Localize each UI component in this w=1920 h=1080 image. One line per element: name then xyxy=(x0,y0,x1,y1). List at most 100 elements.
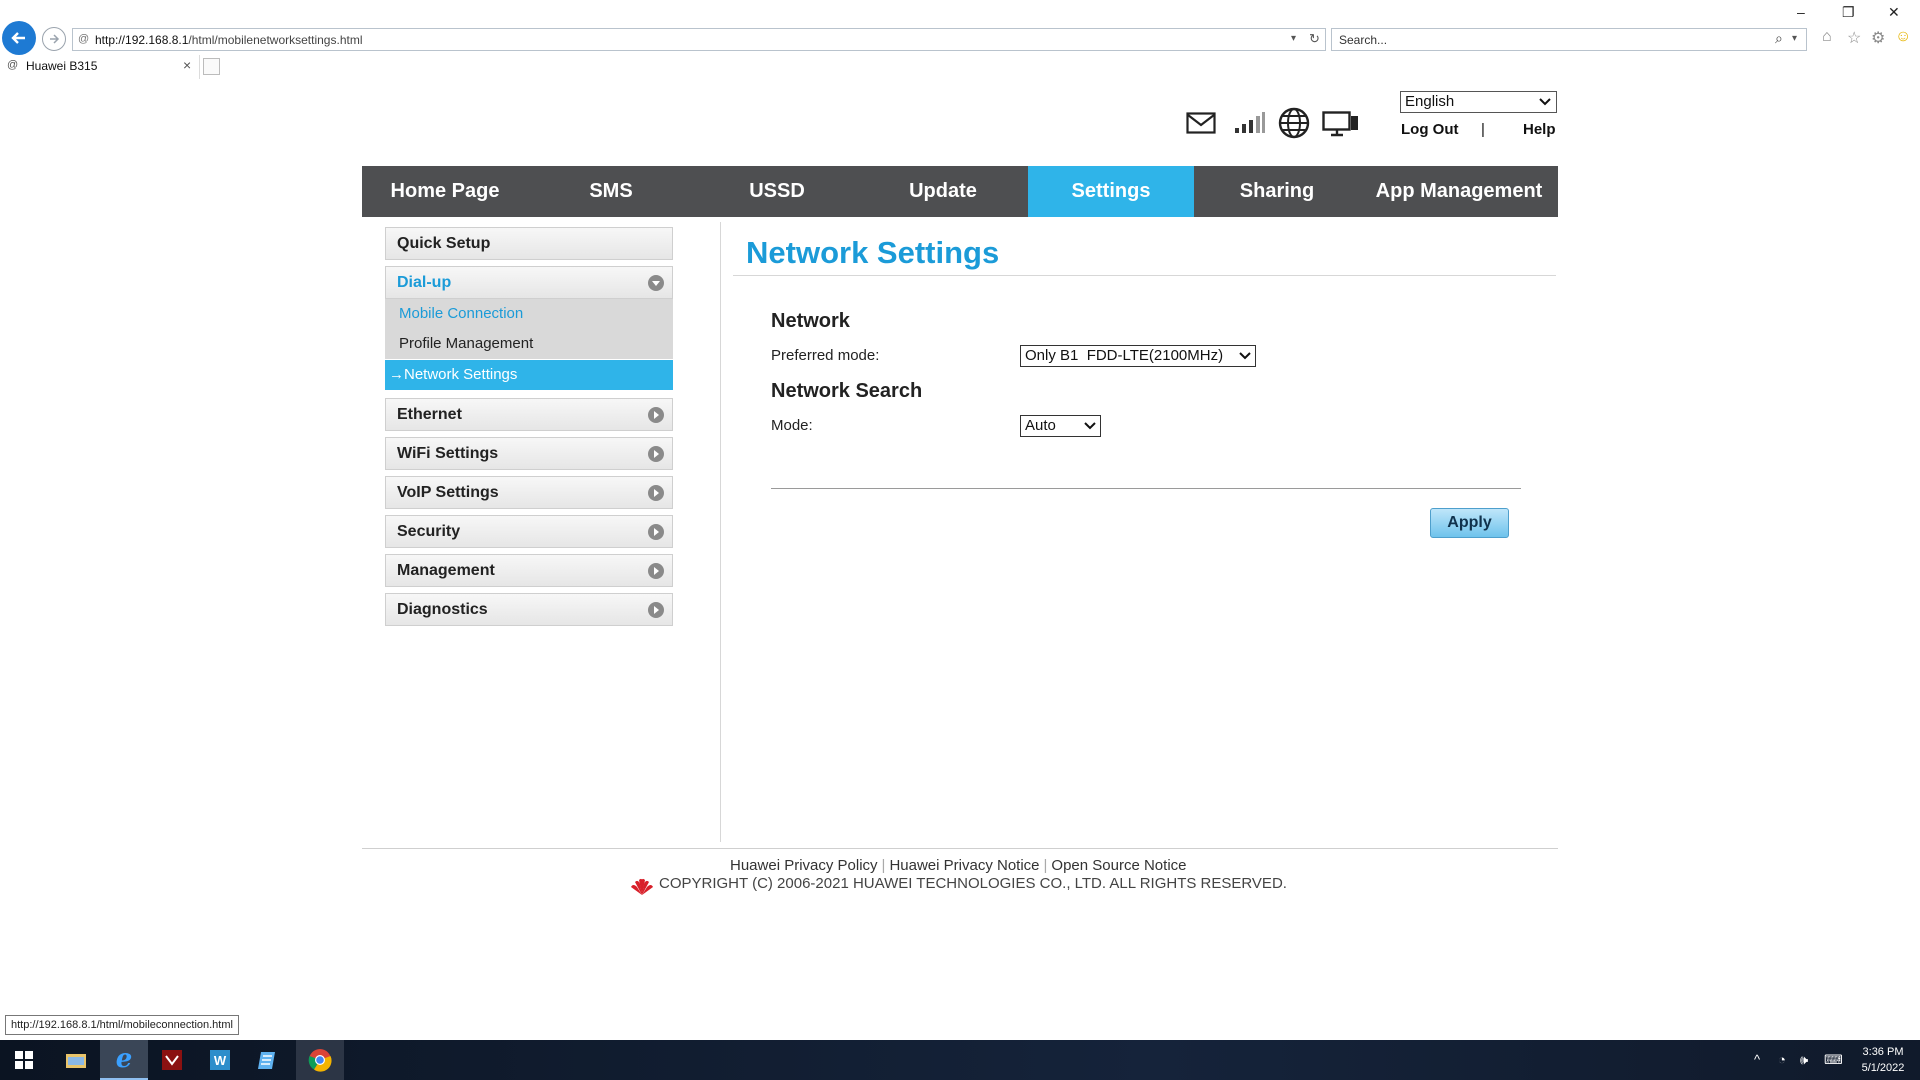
sidebar-item-label: Management xyxy=(397,562,495,579)
privacy-notice-link[interactable]: Huawei Privacy Notice xyxy=(889,857,1039,874)
taskbar-explorer[interactable] xyxy=(52,1040,100,1080)
help-link[interactable]: Help xyxy=(1523,121,1556,138)
chevron-down-icon xyxy=(1539,98,1551,106)
privacy-policy-link[interactable]: Huawei Privacy Policy xyxy=(730,857,878,874)
forward-button[interactable] xyxy=(42,27,66,51)
svg-text:W: W xyxy=(214,1053,227,1068)
taskbar-notepad[interactable] xyxy=(244,1040,292,1080)
chevron-down-icon xyxy=(1084,422,1096,430)
sidebar-subitem-mobile-connection[interactable]: Mobile Connection xyxy=(385,299,673,329)
browser-chrome: @ http://192.168.8.1/html/mobilenetworks… xyxy=(0,0,1920,80)
restore-icon[interactable]: ❐ xyxy=(1842,4,1855,21)
address-bar[interactable]: @ http://192.168.8.1/html/mobilenetworks… xyxy=(72,28,1326,51)
preferred-mode-select[interactable]: Only B1 FDD-LTE(2100MHz) xyxy=(1020,345,1256,367)
sidebar-item-quick-setup[interactable]: Quick Setup xyxy=(385,227,673,260)
tab-close-icon[interactable]: × xyxy=(183,57,191,73)
menu-update[interactable]: Update xyxy=(860,166,1026,217)
preferred-mode-value: Only B1 FDD-LTE(2100MHz) xyxy=(1025,347,1224,364)
chrome-icon xyxy=(308,1049,332,1072)
sidebar-item-label: Ethernet xyxy=(397,406,462,423)
internet-explorer-icon: e xyxy=(115,1044,133,1074)
menu-sharing[interactable]: Sharing xyxy=(1194,166,1360,217)
footer-divider xyxy=(362,848,1558,849)
minimize-icon[interactable]: – xyxy=(1797,4,1805,20)
sidebar-item-security[interactable]: Security xyxy=(385,515,673,548)
favorites-icon[interactable]: ☆ xyxy=(1847,28,1861,48)
sidebar-item-label: Quick Setup xyxy=(397,235,491,252)
form-divider xyxy=(771,488,1521,489)
search-mode-value: Auto xyxy=(1025,417,1056,434)
back-button[interactable] xyxy=(2,21,36,55)
search-dropdown-icon[interactable]: ▾ xyxy=(1792,33,1797,44)
start-icon xyxy=(15,1051,33,1069)
volume-icon[interactable]: 🕪 xyxy=(1800,1052,1808,1068)
sidebar-item-wifi-settings[interactable]: WiFi Settings xyxy=(385,437,673,470)
menu-settings[interactable]: Settings xyxy=(1028,166,1194,217)
new-tab-button[interactable] xyxy=(203,58,220,75)
chevron-right-icon xyxy=(648,563,664,579)
search-input[interactable]: Search... xyxy=(1339,33,1387,47)
word-icon: W xyxy=(210,1050,230,1070)
search-box[interactable]: Search... ⌕ ▾ xyxy=(1331,28,1807,51)
keyboard-icon[interactable]: ⌨ xyxy=(1824,1052,1843,1068)
chevron-down-icon xyxy=(1239,352,1251,360)
signal-icon xyxy=(1235,112,1265,133)
tab-favicon-icon: @ xyxy=(7,59,19,71)
globe-icon[interactable] xyxy=(1278,107,1310,139)
menu-home-page[interactable]: Home Page xyxy=(362,166,528,217)
status-bar-url: http://192.168.8.1/html/mobileconnection… xyxy=(5,1015,239,1035)
chevron-down-icon xyxy=(648,275,664,291)
taskbar-word[interactable]: W xyxy=(196,1040,244,1080)
sidebar-item-label: Diagnostics xyxy=(397,601,488,618)
footer-links: Huawei Privacy Policy | Huawei Privacy Not… xyxy=(730,857,1187,874)
sidebar-subitem-profile-management[interactable]: Profile Management xyxy=(385,329,673,359)
sidebar-item-ethernet[interactable]: Ethernet xyxy=(385,398,673,431)
logout-link[interactable]: Log Out xyxy=(1401,121,1458,138)
open-source-notice-link[interactable]: Open Source Notice xyxy=(1051,857,1186,874)
network-icon[interactable]: ◔ xyxy=(1778,1052,1786,1067)
network-section-title: Network xyxy=(771,310,850,332)
taskbar-internet-explorer[interactable]: e xyxy=(100,1040,148,1080)
main-menu: Home Page SMS USSD Update Settings Shari… xyxy=(362,166,1558,217)
sidebar-item-voip-settings[interactable]: VoIP Settings xyxy=(385,476,673,509)
devices-icon[interactable] xyxy=(1322,111,1360,137)
sidebar-item-dial-up[interactable]: Dial-up xyxy=(385,266,673,299)
language-select[interactable]: English xyxy=(1400,91,1557,113)
footer-separator: | xyxy=(881,857,886,874)
mail-icon[interactable] xyxy=(1186,112,1216,134)
search-icon[interactable]: ⌕ xyxy=(1775,30,1783,47)
menu-sms[interactable]: SMS xyxy=(528,166,694,217)
chevron-right-icon xyxy=(648,524,664,540)
language-value: English xyxy=(1405,93,1455,110)
dropdown-icon[interactable]: ▾ xyxy=(1291,33,1296,44)
menu-ussd[interactable]: USSD xyxy=(694,166,860,217)
sidebar-subitem-network-settings[interactable]: →Network Settings xyxy=(385,360,673,390)
network-search-section-title: Network Search xyxy=(771,380,923,402)
search-mode-select[interactable]: Auto xyxy=(1020,415,1101,437)
taskbar-pdf-reader[interactable] xyxy=(148,1040,196,1080)
taskbar-clock[interactable]: 3:36 PM 5/1/2022 xyxy=(1850,1044,1916,1076)
home-icon[interactable]: ⌂ xyxy=(1822,28,1832,46)
tab-title: Huawei B315 xyxy=(26,59,98,73)
start-button[interactable] xyxy=(0,1040,48,1080)
close-icon[interactable]: ✕ xyxy=(1888,4,1900,21)
preferred-mode-label: Preferred mode: xyxy=(771,347,880,364)
menu-app-management[interactable]: App Management xyxy=(1360,166,1558,217)
title-divider xyxy=(733,275,1556,276)
sidebar-item-management[interactable]: Management xyxy=(385,554,673,587)
copyright-text: COPYRIGHT (C) 2006-2021 HUAWEI TECHNOLOG… xyxy=(659,875,1287,892)
browser-tab[interactable]: @ Huawei B315 × xyxy=(0,55,200,79)
arrow-right-icon: → xyxy=(389,366,404,383)
gear-icon[interactable]: ⚙ xyxy=(1871,28,1885,48)
arrow-right-icon xyxy=(50,34,60,44)
address-text: http://192.168.8.1/html/mobilenetworkset… xyxy=(95,33,363,47)
apply-button[interactable]: Apply xyxy=(1430,508,1509,538)
chevron-right-icon xyxy=(648,602,664,618)
sidebar-item-diagnostics[interactable]: Diagnostics xyxy=(385,593,673,626)
taskbar-chrome[interactable] xyxy=(296,1040,344,1080)
refresh-icon[interactable]: ↻ xyxy=(1309,31,1320,47)
clock-time: 3:36 PM xyxy=(1862,1046,1904,1058)
smiley-icon[interactable]: ☺ xyxy=(1895,28,1911,46)
sidebar-item-label: WiFi Settings xyxy=(397,445,499,462)
tray-chevron-up-icon[interactable]: ^ xyxy=(1754,1052,1760,1067)
